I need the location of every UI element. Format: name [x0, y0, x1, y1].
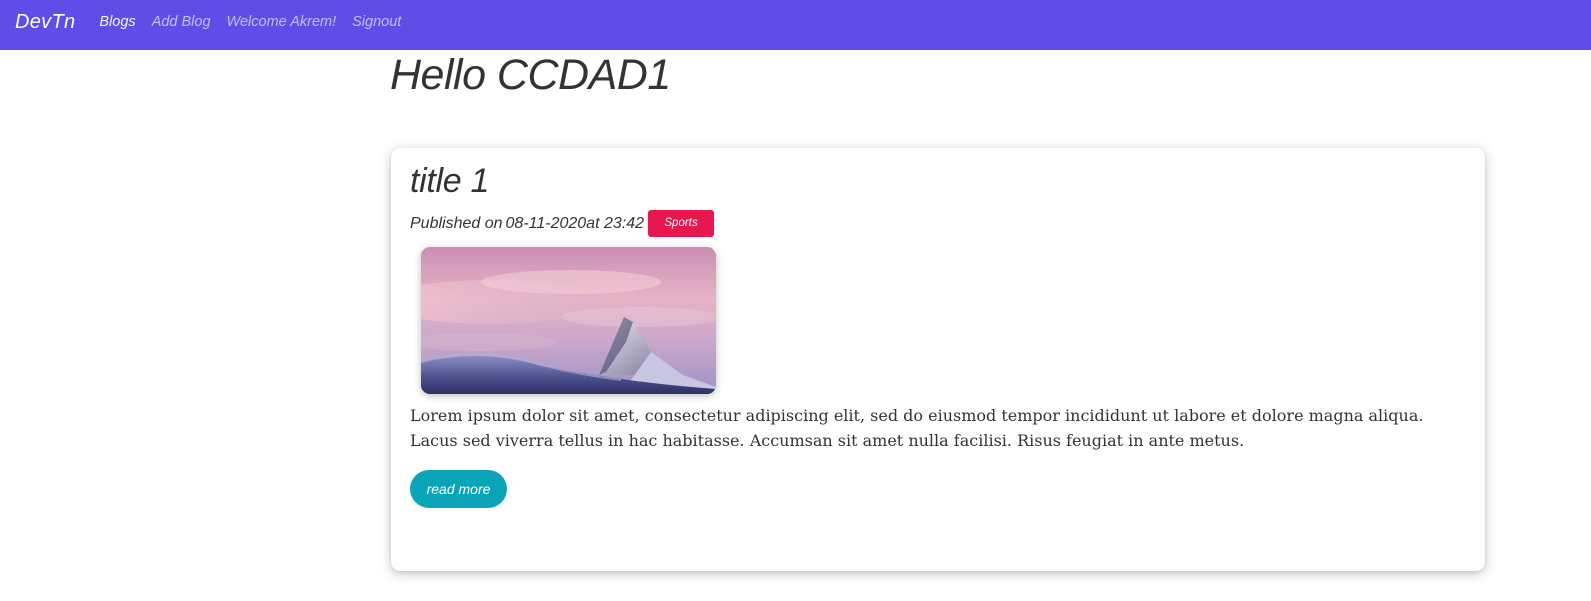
nav-link-blogs[interactable]: Blogs — [99, 14, 135, 30]
top-navbar: DevTn Blogs Add Blog Welcome Akrem! Sign… — [0, 0, 1591, 50]
post-excerpt: Lorem ipsum dolor sit amet, consectetur … — [410, 406, 1424, 450]
nav-link-add-blog[interactable]: Add Blog — [152, 14, 211, 30]
read-more-button[interactable]: read more — [410, 470, 507, 508]
post-date: 08-11-2020 — [505, 215, 587, 232]
post-title: title 1 — [410, 162, 490, 200]
post-meta: Published on 08-11-2020 at 23:42 Sports — [410, 210, 714, 237]
category-badge: Sports — [648, 210, 714, 237]
mountain-image — [421, 247, 716, 394]
post-time: at 23:42 — [586, 215, 644, 232]
page-greeting: Hello CCDAD1 — [390, 51, 671, 99]
brand-logo[interactable]: DevTn — [15, 11, 75, 34]
post-image — [421, 247, 716, 394]
nav-welcome-user[interactable]: Welcome Akrem! — [227, 14, 337, 30]
blog-post-card: title 1 Published on 08-11-2020 at 23:42 … — [391, 148, 1485, 571]
published-label: Published on — [410, 215, 503, 232]
nav-link-signout[interactable]: Signout — [352, 14, 401, 30]
